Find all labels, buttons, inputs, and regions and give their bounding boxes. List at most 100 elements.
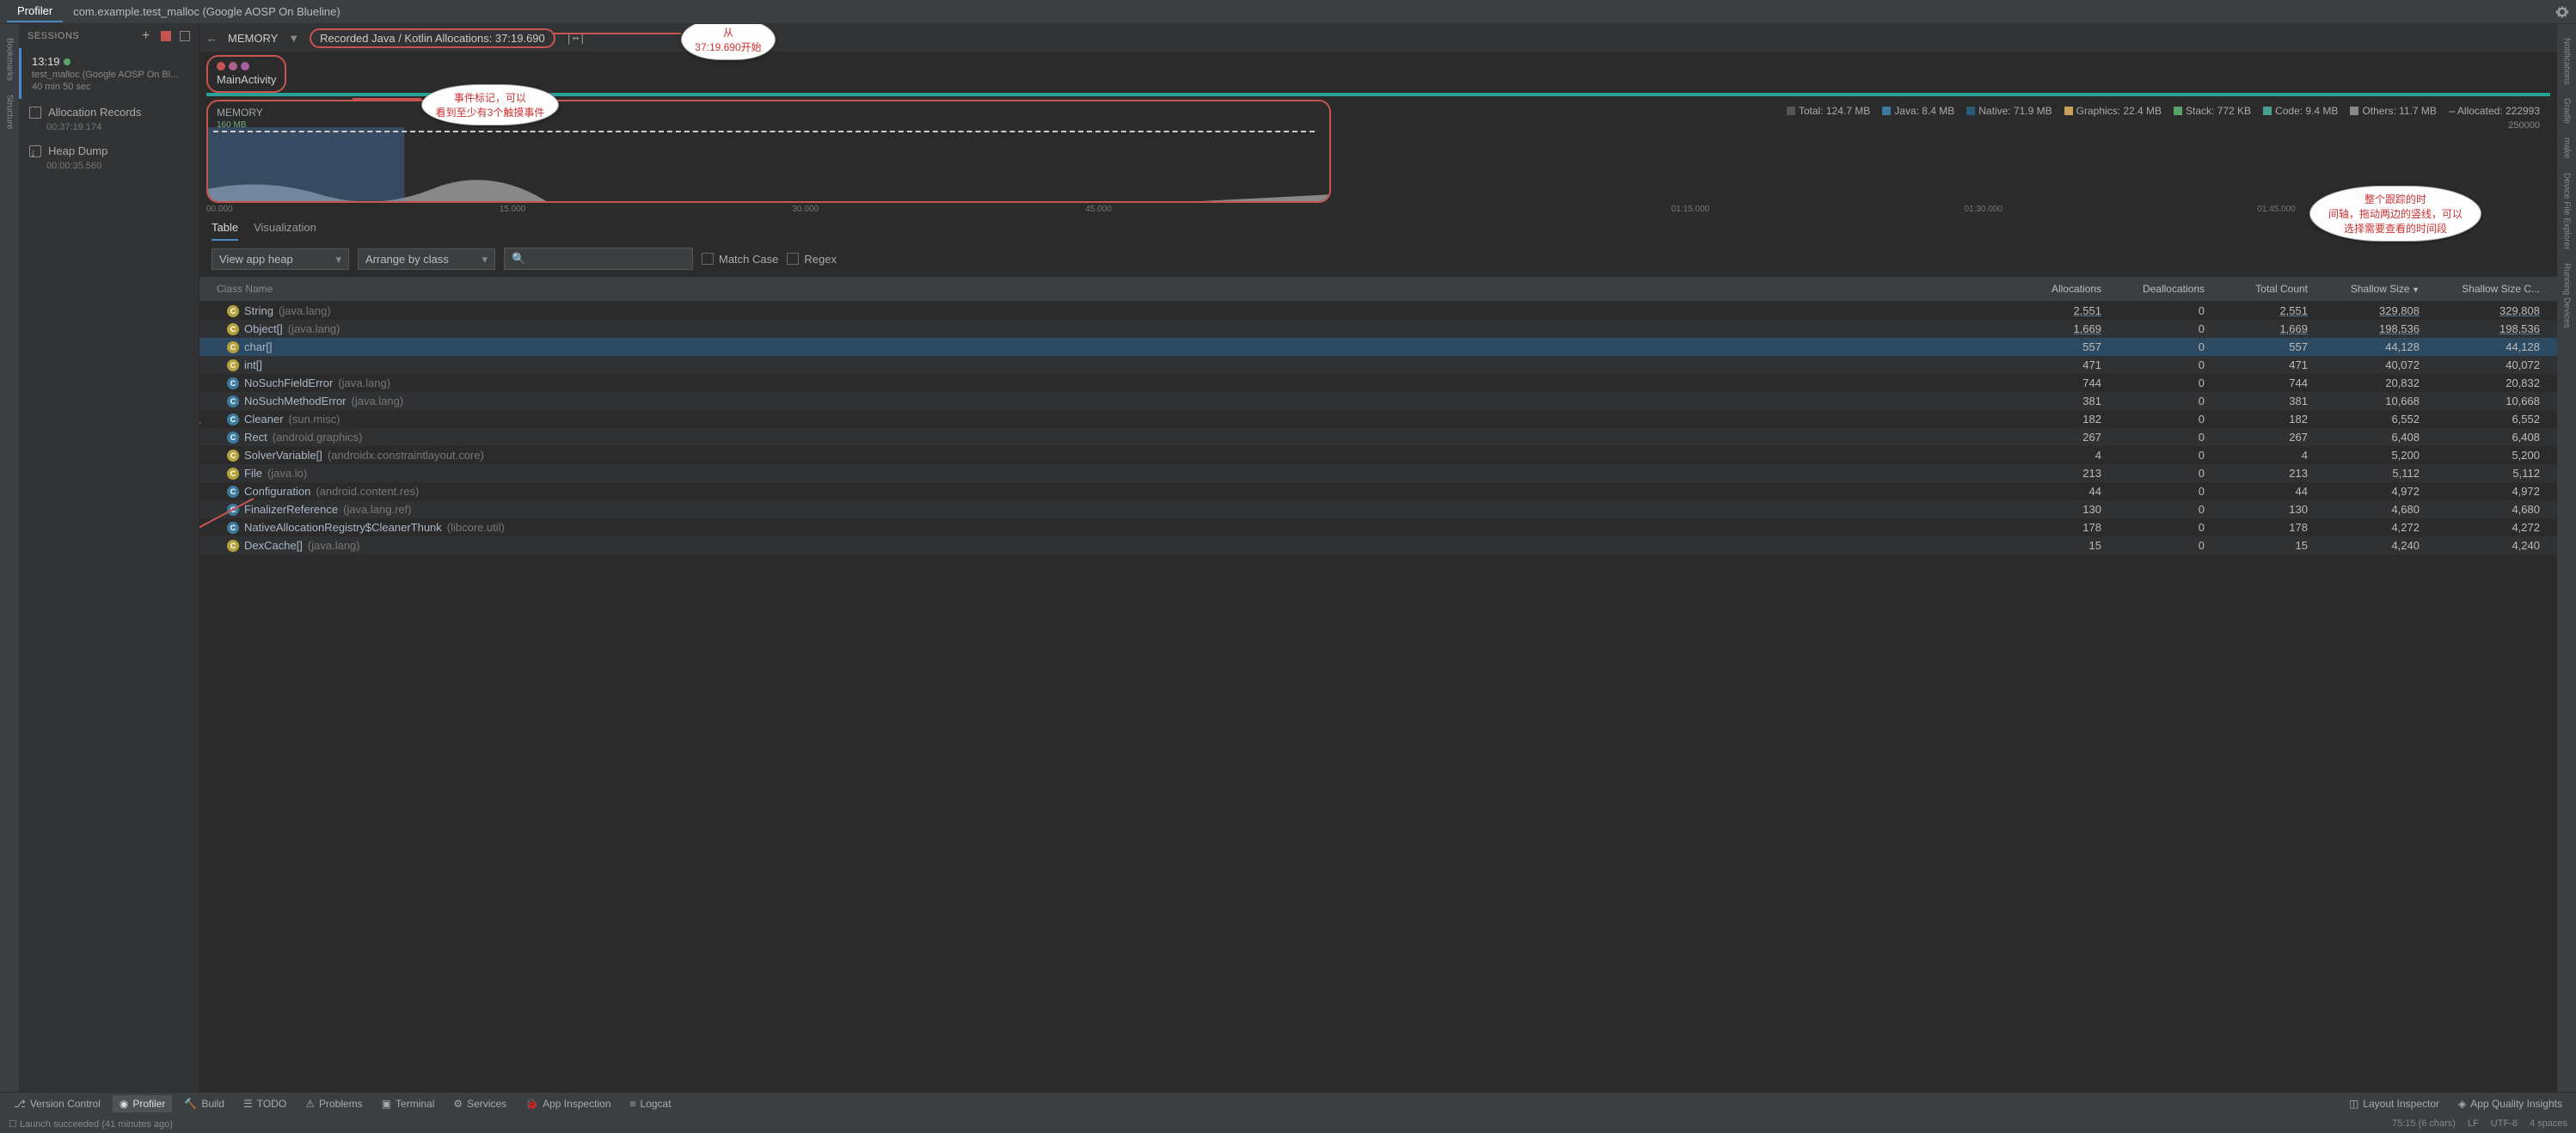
status-lf[interactable]: LF [2468,1118,2479,1129]
btab-app-inspection[interactable]: 🐞 App Inspection [518,1095,617,1112]
alloc-count-scale: 250000 [2508,120,2540,131]
session-name: test_malloc (Google AOSP On Bl... [32,70,188,80]
table-row[interactable]: CCleaner (sun.misc)18201826,5526,552 [199,410,2557,428]
activity-name: MainActivity [217,73,276,86]
table-row[interactable]: CSolverVariable[] (androidx.constraintla… [199,446,2557,464]
memory-dropdown-caret[interactable]: ▼ [288,32,299,45]
btab-app-quality[interactable]: ◈ App Quality Insights [2451,1095,2569,1112]
table-row[interactable]: CNoSuchFieldError (java.lang)744074420,8… [199,374,2557,392]
heap-icon: ↓ [29,145,41,157]
touch-event-dot [241,62,249,70]
memory-chart-wrap: Total: 124.7 MB Java: 8.4 MB Native: 71.… [206,100,2550,203]
col-shallow-size-c[interactable]: Shallow Size C... [2425,279,2545,298]
tab-profiler[interactable]: Profiler [7,1,63,22]
callout-line [552,33,681,34]
memory-chart-label: MEMORY [217,107,263,119]
recorded-allocations-label: Recorded Java / Kotlin Allocations: 37:1… [310,28,555,48]
touch-event-dot [217,62,225,70]
vtab-running-devices[interactable]: Running Devices [2561,256,2573,335]
allocation-time: 00:37:19.174 [46,122,199,132]
callout-start-time: 从37:19.690开始 [681,24,776,60]
gear-icon[interactable] [2555,5,2569,19]
add-session-icon[interactable] [142,31,152,41]
back-button[interactable]: ← [206,32,218,45]
view-tabs: Table Visualization [199,214,2557,241]
session-running-dot [64,58,71,65]
btab-logcat[interactable]: ≡ Logcat [623,1095,678,1112]
left-tool-strip: Bookmarks Structure [0,24,19,1092]
table-row[interactable]: CNoSuchMethodError (java.lang)381038110,… [199,392,2557,410]
regex-checkbox[interactable]: Regex [787,253,837,266]
table-row[interactable]: CNativeAllocationRegistry$CleanerThunk (… [199,518,2557,536]
search-input[interactable]: 🔍 [504,248,693,270]
table-row[interactable]: CConfiguration (android.content.res)4404… [199,482,2557,500]
tab-process[interactable]: com.example.test_malloc (Google AOSP On … [63,2,350,21]
profiler-content: ← MEMORY ▼ Recorded Java / Kotlin Alloca… [199,24,2557,1092]
status-message: ☐ Launch succeeded (41 minutes ago) [9,1118,173,1130]
table-row[interactable]: Cint[] 471047140,07240,072 [199,356,2557,374]
vtab-bookmarks[interactable]: Bookmarks [3,31,16,88]
touch-event-dot [229,62,237,70]
table-row[interactable]: CRect (android.graphics)26702676,4086,40… [199,428,2557,446]
vtab-structure[interactable]: Structure [3,88,16,137]
allocation-dashed-line [213,131,1315,132]
tab-visualization[interactable]: Visualization [254,221,316,241]
session-time: 13:19 [32,55,60,68]
sessions-title: SESSIONS [28,31,79,41]
arrange-select[interactable]: Arrange by class [358,248,495,270]
vtab-gradle[interactable]: Gradle [2561,91,2573,131]
right-tool-strip: Notifications Gradle make Device File Ex… [2557,24,2576,1092]
activity-timeline [206,93,2550,96]
allocation-table: Class Name Allocations Deallocations Tot… [199,277,2557,1092]
vtab-notifications[interactable]: Notifications [2561,31,2573,91]
table-row[interactable]: CFile (java.io)21302135,1125,112 [199,464,2557,482]
activity-marker-box: MainActivity [206,55,286,93]
status-bar: ☐ Launch succeeded (41 minutes ago) 75:1… [0,1114,2576,1133]
table-row[interactable]: Cchar[] 557055744,12844,128 [199,338,2557,356]
table-row[interactable]: CDexCache[] (java.lang)150154,2404,240 [199,536,2557,554]
allocation-icon [29,107,41,119]
status-indent[interactable]: 4 spaces [2530,1118,2567,1129]
col-shallow-size[interactable]: Shallow Size [2313,279,2425,298]
sessions-panel: SESSIONS 13:19 test_malloc (Google AOSP … [19,24,199,1092]
vtab-make[interactable]: make [2561,131,2573,165]
status-position[interactable]: 75:15 (6 chars) [2392,1118,2456,1129]
memory-chart-selection[interactable]: MEMORY 160 MB [206,100,1331,203]
table-row[interactable]: CString (java.lang)2,55102,551329,808329… [199,302,2557,320]
top-tab-bar: Profiler com.example.test_malloc (Google… [0,0,2576,24]
vtab-device-file-explorer[interactable]: Device File Explorer [2561,166,2573,256]
table-header: Class Name Allocations Deallocations Tot… [199,277,2557,302]
btab-build[interactable]: 🔨 Build [177,1095,231,1112]
col-allocations[interactable]: Allocations [2012,279,2107,298]
table-row[interactable]: CObject[] (java.lang)1,66901,669198,5361… [199,320,2557,338]
filter-bar: View app heap Arrange by class 🔍 Match C… [199,241,2557,277]
bottom-tool-bar: ⎇ Version Control ◉ Profiler 🔨 Build ☰ T… [0,1092,2576,1114]
tab-table[interactable]: Table [212,221,238,241]
btab-profiler[interactable]: ◉ Profiler [113,1095,173,1112]
layout-icon[interactable] [180,31,190,41]
col-classname[interactable]: Class Name [212,279,2012,298]
col-deallocations[interactable]: Deallocations [2107,279,2210,298]
heap-time: 00:00:35.560 [46,161,199,171]
callout-timeline: 整个跟踪的时间轴，拖动两边的竖线，可以选择需要查看的时间段 [2309,186,2481,242]
btab-todo[interactable]: ☰ TODO [236,1095,293,1112]
btab-version-control[interactable]: ⎇ Version Control [7,1095,107,1112]
session-item[interactable]: 13:19 test_malloc (Google AOSP On Bl... … [19,48,199,99]
match-case-checkbox[interactable]: Match Case [702,253,778,266]
memory-legend: Total: 124.7 MB Java: 8.4 MB Native: 71.… [1787,105,2540,117]
btab-problems[interactable]: ⚠ Problems [298,1095,369,1112]
table-row[interactable]: CFinalizerReference (java.lang.ref)13001… [199,500,2557,518]
callout-line [353,98,421,100]
btab-terminal[interactable]: ▣ Terminal [375,1095,442,1112]
stop-session-icon[interactable] [161,31,171,41]
memory-header: ← MEMORY ▼ Recorded Java / Kotlin Alloca… [199,24,2557,52]
time-axis: 00.000 15.000 30.000 45.000 01:15.000 01… [206,205,2550,214]
btab-services[interactable]: ⚙ Services [446,1095,513,1112]
callout-events: 事件标记，可以看到至少有3个触摸事件 [421,84,559,126]
memory-title[interactable]: MEMORY [228,32,278,45]
btab-layout-inspector[interactable]: ◫ Layout Inspector [2342,1095,2446,1112]
heap-select[interactable]: View app heap [212,248,349,270]
status-encoding[interactable]: UTF-8 [2491,1118,2518,1129]
col-total[interactable]: Total Count [2210,279,2313,298]
memory-area-chart[interactable] [208,127,1329,203]
